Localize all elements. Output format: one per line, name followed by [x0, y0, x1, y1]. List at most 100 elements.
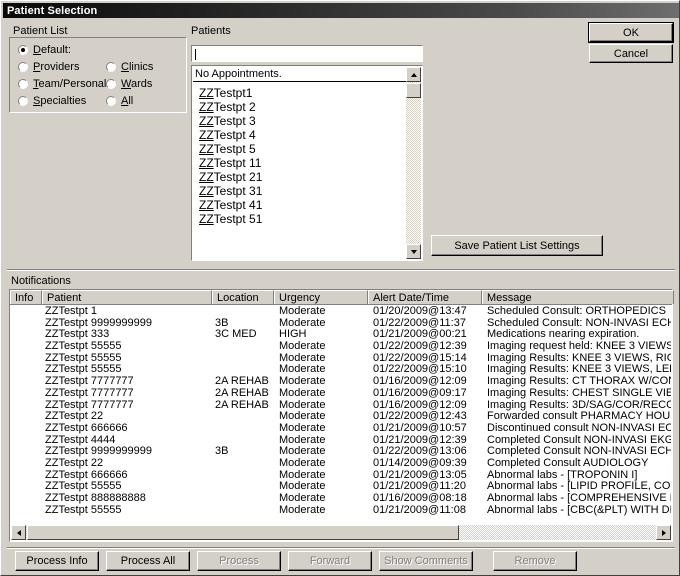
column-header-urgency[interactable]: Urgency: [274, 290, 368, 304]
table-row[interactable]: ZZTestpt 7777777 2A REHAB Moderate 01/16/20…: [11, 400, 671, 412]
cell-location: 2A REHAB: [215, 376, 269, 388]
patients-listbox[interactable]: No Appointments. ZZTestpt1 ZZTestpt 2 ZZTe…: [191, 65, 423, 261]
cell-urgency: Moderate: [279, 411, 326, 423]
scroll-right-button[interactable]: [656, 525, 671, 540]
table-row[interactable]: ZZTestpt 55555 Moderate 01/21/2009@11:08 Ab…: [11, 505, 671, 517]
table-row[interactable]: ZZTestpt 4444 Moderate 01/21/2009@12:39 Com…: [11, 435, 671, 447]
table-row[interactable]: ZZTestpt 888888888 Moderate 01/16/2009@08:…: [11, 493, 671, 505]
cell-info: [13, 400, 41, 412]
table-row[interactable]: ZZTestpt 55555 Moderate 01/21/2009@11:20 Ab…: [11, 481, 671, 493]
patient-list-item[interactable]: ZZTestpt1: [199, 86, 407, 100]
radio-label: All: [121, 95, 134, 107]
patient-list-item[interactable]: ZZTestpt 4: [199, 128, 407, 142]
table-row[interactable]: ZZTestpt 666666 Moderate 01/21/2009@10:57 D…: [11, 423, 671, 435]
patient-list-item[interactable]: ZZTestpt 51: [199, 212, 407, 226]
patient-list-item[interactable]: ZZTestpt 5: [199, 142, 407, 156]
cell-patient: ZZTestpt 888888888: [45, 493, 146, 504]
table-row[interactable]: ZZTestpt 1 Moderate 01/20/2009@13:47 Schedu…: [11, 306, 671, 318]
table-row[interactable]: ZZTestpt 22 Moderate 01/22/2009@12:43 Forwa…: [11, 411, 671, 423]
column-header-info[interactable]: Info: [10, 290, 42, 304]
notifications-group-label: Notifications: [11, 275, 71, 287]
notifications-horizontal-scrollbar[interactable]: [11, 525, 671, 540]
radio-indicator-icon: [106, 62, 116, 72]
scroll-up-button[interactable]: [406, 67, 421, 82]
radio-indicator-icon: [106, 79, 116, 89]
notifications-grid[interactable]: Info Patient Location Urgency Alert Date/Tim…: [9, 289, 674, 542]
patient-list-item[interactable]: ZZTestpt 3: [199, 114, 407, 128]
patient-item-prefix: ZZ: [199, 198, 214, 212]
save-patient-list-settings-button[interactable]: Save Patient List Settings: [431, 235, 603, 256]
cell-location: [215, 411, 277, 423]
cell-alert-datetime: 01/21/2009@00:21: [373, 329, 467, 341]
table-row[interactable]: ZZTestpt 7777777 2A REHAB Moderate 01/16/20…: [11, 388, 671, 400]
patient-selection-dialog: Patient Selection Patient List Default: P…: [0, 0, 680, 576]
patient-list-item[interactable]: ZZTestpt 2: [199, 100, 407, 114]
column-header-message[interactable]: Message: [482, 290, 674, 304]
scrollbar-track[interactable]: [406, 82, 421, 244]
cell-info: [13, 411, 41, 423]
patient-item-prefix: ZZ: [199, 212, 214, 226]
table-row[interactable]: ZZTestpt 55555 Moderate 01/22/2009@12:39 Im…: [11, 341, 671, 353]
scrollbar-thumb[interactable]: [406, 83, 421, 98]
cell-patient: ZZTestpt 7777777: [45, 387, 134, 399]
notifications-body[interactable]: ZZTestpt 1 Moderate 01/20/2009@13:47 Schedu…: [11, 306, 671, 526]
patient-search-input[interactable]: [191, 45, 423, 62]
cell-message: Imaging request held: KNEE 3 VIEWS, LEFT…: [487, 341, 671, 353]
patient-item-prefix: ZZ: [199, 100, 214, 114]
process-all-button[interactable]: Process All: [106, 551, 190, 571]
patient-list-item[interactable]: ZZTestpt 31: [199, 184, 407, 198]
cell-location: 3B: [215, 317, 229, 329]
hscrollbar-thumb[interactable]: [27, 525, 459, 540]
scroll-down-button[interactable]: [406, 244, 421, 259]
patient-item-name: Testpt1: [213, 86, 253, 100]
radio-team-personal[interactable]: Team/Personal: [18, 78, 106, 90]
scroll-left-button[interactable]: [11, 525, 26, 540]
cancel-button[interactable]: Cancel: [589, 44, 673, 63]
patient-item-name: Testpt 2: [213, 100, 256, 114]
table-row[interactable]: ZZTestpt 55555 Moderate 01/22/2009@15:14 Im…: [11, 353, 671, 365]
column-header-location[interactable]: Location: [212, 290, 274, 304]
cell-info: [13, 423, 41, 435]
radio-default[interactable]: Default:: [18, 44, 71, 56]
chevron-up-icon: [410, 72, 417, 77]
column-header-alert-date-time[interactable]: Alert Date/Time: [368, 290, 482, 304]
cell-location: [215, 505, 277, 517]
table-row[interactable]: ZZTestpt 333 3C MED HIGH 01/21/2009@00:21 Me…: [11, 329, 671, 341]
radio-wards[interactable]: Wards: [106, 78, 152, 90]
patient-list-item[interactable]: ZZTestpt 11: [199, 156, 407, 170]
patient-list-item[interactable]: ZZTestpt 21: [199, 170, 407, 184]
radio-clinics[interactable]: Clinics: [106, 61, 153, 73]
cell-urgency: Moderate: [279, 469, 326, 481]
cell-urgency: Moderate: [279, 306, 326, 317]
radio-indicator-icon: [18, 96, 28, 106]
cell-message: Discontinued consult NON-INVASI ECHO: [487, 422, 671, 434]
cell-info: [13, 470, 41, 482]
cell-message: Abnormal labs - [TROPONIN I]: [487, 469, 638, 481]
cell-alert-datetime: 01/16/2009@08:18: [373, 493, 467, 504]
cell-info: [13, 341, 41, 353]
radio-providers[interactable]: Providers: [18, 61, 79, 73]
window-titlebar[interactable]: Patient Selection: [3, 3, 679, 18]
cell-patient: ZZTestpt 22: [45, 457, 104, 469]
patients-vertical-scrollbar[interactable]: [406, 67, 421, 259]
cell-message: Completed Consult NON-INVASI ECHO: [487, 446, 671, 458]
table-row[interactable]: ZZTestpt 9999999999 3B Moderate 01/22/2009@…: [11, 446, 671, 458]
cell-patient: ZZTestpt 55555: [45, 341, 122, 353]
table-row[interactable]: ZZTestpt 22 Moderate 01/14/2009@09:39 Compl…: [11, 458, 671, 470]
ok-button[interactable]: OK: [588, 22, 674, 43]
process-info-button[interactable]: Process Info: [15, 551, 99, 571]
table-row[interactable]: ZZTestpt 666666 Moderate 01/21/2009@13:05 A…: [11, 470, 671, 482]
cell-urgency: Moderate: [279, 434, 326, 446]
patient-item-prefix: ZZ: [199, 142, 214, 156]
table-row[interactable]: ZZTestpt 7777777 2A REHAB Moderate 01/16/20…: [11, 376, 671, 388]
cell-info: [13, 388, 41, 400]
patient-list-item[interactable]: ZZTestpt 41: [199, 198, 407, 212]
radio-label: Clinics: [121, 61, 154, 73]
column-header-patient[interactable]: Patient: [42, 290, 212, 304]
radio-all[interactable]: All: [106, 95, 133, 107]
table-row[interactable]: ZZTestpt 9999999999 3B Moderate 01/22/2009@…: [11, 318, 671, 330]
patient-item-prefix: ZZ: [199, 184, 214, 198]
radio-specialties[interactable]: Specialties: [18, 95, 86, 107]
cell-urgency: HIGH: [279, 329, 307, 341]
table-row[interactable]: ZZTestpt 55555 Moderate 01/22/2009@15:10 Im…: [11, 364, 671, 376]
